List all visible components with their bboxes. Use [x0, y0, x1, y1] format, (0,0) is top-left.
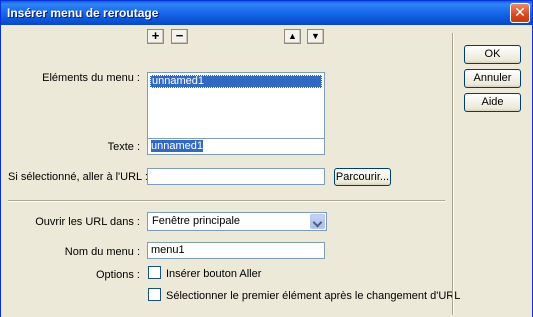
- text-input[interactable]: unnamed1: [147, 138, 325, 155]
- open-urls-selected: Fenêtre principale: [152, 215, 241, 227]
- dialog-content: + − ▲ ▼ Eléments du menu : unnamed1 Text…: [1, 25, 532, 317]
- dialog-window: Insérer menu de reroutage ✕ + − ▲ ▼ Elém…: [0, 0, 533, 317]
- move-down-button[interactable]: ▼: [307, 29, 324, 44]
- cancel-button[interactable]: Annuler: [464, 69, 521, 88]
- vertical-separator: [452, 33, 454, 315]
- browse-button[interactable]: Parcourir...: [334, 168, 391, 186]
- plus-icon: +: [151, 28, 160, 43]
- minus-icon: −: [175, 28, 184, 43]
- menu-name-value: menu1: [151, 244, 185, 256]
- chevron-down-icon[interactable]: [310, 214, 325, 229]
- add-item-button[interactable]: +: [147, 29, 164, 44]
- arrow-up-icon: ▲: [288, 31, 297, 41]
- arrow-down-icon: ▼: [311, 31, 320, 41]
- close-icon: ✕: [514, 4, 526, 20]
- remove-item-button[interactable]: −: [171, 29, 188, 44]
- url-input[interactable]: [147, 168, 325, 185]
- select-first-checkbox[interactable]: [148, 288, 161, 301]
- list-item[interactable]: unnamed1: [150, 75, 322, 88]
- move-up-button[interactable]: ▲: [284, 29, 301, 44]
- go-button-checkbox-label: Insérer bouton Aller: [166, 268, 262, 280]
- text-label: Texte :: [107, 141, 140, 153]
- horizontal-separator: [8, 200, 445, 202]
- open-urls-select[interactable]: Fenêtre principale: [147, 212, 327, 231]
- open-urls-label: Ouvrir les URL dans :: [35, 216, 140, 228]
- options-label: Options :: [95, 269, 140, 281]
- title-bar[interactable]: Insérer menu de reroutage ✕: [1, 1, 532, 25]
- help-button[interactable]: Aide: [464, 93, 521, 112]
- dialog-title: Insérer menu de reroutage: [7, 6, 159, 20]
- menu-name-input[interactable]: menu1: [147, 242, 325, 259]
- close-button[interactable]: ✕: [510, 3, 530, 23]
- url-label: Si sélectionné, aller à l'URL :: [8, 171, 148, 183]
- ok-button[interactable]: OK: [464, 45, 521, 64]
- text-input-value: unnamed1: [151, 140, 203, 152]
- go-button-checkbox[interactable]: [148, 266, 161, 279]
- menu-items-list[interactable]: unnamed1: [147, 72, 325, 144]
- select-first-checkbox-label: Sélectionner le premier élément après le…: [166, 290, 461, 302]
- menu-name-label: Nom du menu :: [64, 246, 140, 258]
- menu-items-label: Eléments du menu :: [42, 72, 140, 84]
